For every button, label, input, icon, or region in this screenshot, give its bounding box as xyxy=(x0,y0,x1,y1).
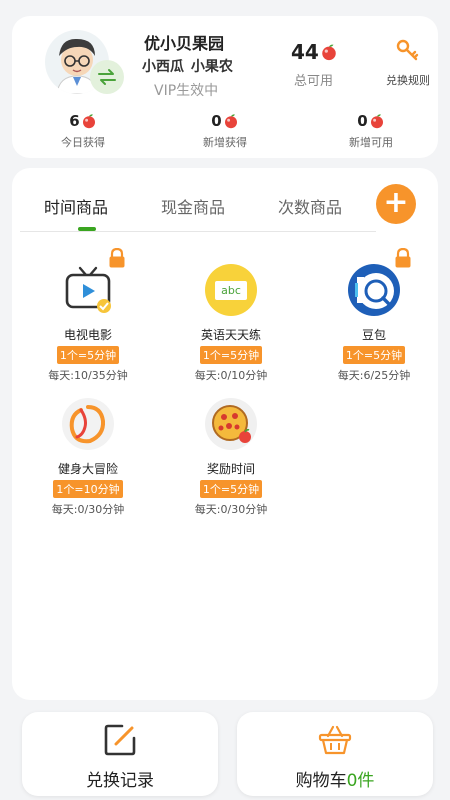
stat-label: 今日获得 xyxy=(61,136,105,149)
product-tabs: 时间商品 现金商品 次数商品 xyxy=(20,190,376,232)
user-names: 小西瓜 小果农 xyxy=(142,59,233,75)
exchange-history-label: 兑换记录 xyxy=(86,771,154,791)
tab-cash-products[interactable]: 现金商品 xyxy=(161,194,225,218)
exchange-history-button[interactable]: 兑换记录 xyxy=(22,712,218,796)
tv-icon xyxy=(65,266,111,313)
doubao-icon xyxy=(348,264,400,316)
cart-count: 0件 xyxy=(346,771,375,791)
lock-icon xyxy=(109,248,125,268)
apple-icon xyxy=(322,44,336,61)
product-name: 英语天天练 xyxy=(200,328,261,342)
total-label: 总可用 xyxy=(294,74,334,89)
product-name: 奖励时间 xyxy=(206,462,255,476)
cart-label: 购物车 xyxy=(295,771,347,791)
exchange-rate-badge: 1个=5分钟 xyxy=(199,346,263,364)
tab-count-products[interactable]: 次数商品 xyxy=(278,194,342,218)
exchange-rate-badge: 1个=5分钟 xyxy=(199,480,263,498)
stat-value: 0 xyxy=(211,112,222,130)
key-icon xyxy=(396,39,419,61)
switch-account-icon[interactable] xyxy=(90,60,124,94)
exchange-rate-badge: 1个=10分钟 xyxy=(53,480,123,498)
cart-button[interactable]: 购物车0件 xyxy=(237,712,433,796)
daily-usage: 每天:0/30分钟 xyxy=(194,503,268,516)
exchange-rate-badge: 1个=5分钟 xyxy=(342,346,406,364)
edit-icon xyxy=(104,724,136,756)
stat-label: 新增可用 xyxy=(349,136,393,149)
apple-icon xyxy=(224,114,237,129)
daily-usage: 每天:0/30分钟 xyxy=(51,503,125,516)
exchange-rate-badge: 1个=5分钟 xyxy=(56,346,120,364)
stat-value: 0 xyxy=(357,112,368,130)
fitness-ring-icon xyxy=(62,398,114,450)
park-name: 优小贝果园 xyxy=(144,34,225,53)
stat-value: 6 xyxy=(69,112,80,130)
product-item-reward-time[interactable]: 奖励时间 1个=5分钟 每天:0/30分钟 xyxy=(161,396,301,517)
active-tab-indicator xyxy=(78,227,96,231)
apple-icon xyxy=(82,114,95,129)
total-count: 44 xyxy=(291,40,319,64)
apple-icon xyxy=(370,114,383,129)
products-card: 时间商品 现金商品 次数商品 + 电视电影 1个=5分钟 每天:10/35分钟 xyxy=(12,168,438,700)
product-name: 电视电影 xyxy=(63,328,112,342)
pizza-icon xyxy=(205,398,257,450)
vip-status: VIP生效中 xyxy=(154,83,219,99)
daily-usage: 每天:0/10分钟 xyxy=(194,369,268,382)
stat-new-available: 0 新增可用 xyxy=(326,112,416,150)
basket-icon xyxy=(318,725,352,755)
stat-label: 新增获得 xyxy=(203,136,247,149)
daily-usage: 每天:6/25分钟 xyxy=(337,369,411,382)
product-item-tv[interactable]: 电视电影 1个=5分钟 每天:10/35分钟 xyxy=(18,248,158,383)
stat-today-earned: 6 今日获得 xyxy=(38,112,128,150)
add-product-button[interactable]: + xyxy=(376,184,416,224)
abc-icon: abc xyxy=(205,264,257,316)
product-item-doubao[interactable]: 豆包 1个=5分钟 每天:6/25分钟 xyxy=(304,248,444,383)
tab-time-products[interactable]: 时间商品 xyxy=(44,194,108,218)
exchange-rules-button[interactable]: 兑换规则 xyxy=(378,38,438,88)
svg-text:abc: abc xyxy=(221,284,241,297)
cart-label-wrap: 购物车0件 xyxy=(237,766,433,791)
product-item-fitness[interactable]: 健身大冒险 1个=10分钟 每天:0/30分钟 xyxy=(18,396,158,517)
daily-usage: 每天:10/35分钟 xyxy=(48,369,128,382)
product-name: 健身大冒险 xyxy=(57,462,118,476)
stat-new-earned: 0 新增获得 xyxy=(180,112,270,150)
lock-icon xyxy=(395,248,411,268)
profile-card: 优小贝果园 小西瓜 小果农 VIP生效中 44 总可用 兑换规则 6 今日获得 … xyxy=(12,16,438,158)
product-name: 豆包 xyxy=(361,328,386,342)
total-available: 44 xyxy=(291,40,338,64)
exchange-rules-label: 兑换规则 xyxy=(386,74,430,87)
product-item-english[interactable]: abc 英语天天练 1个=5分钟 每天:0/10分钟 xyxy=(161,262,301,383)
